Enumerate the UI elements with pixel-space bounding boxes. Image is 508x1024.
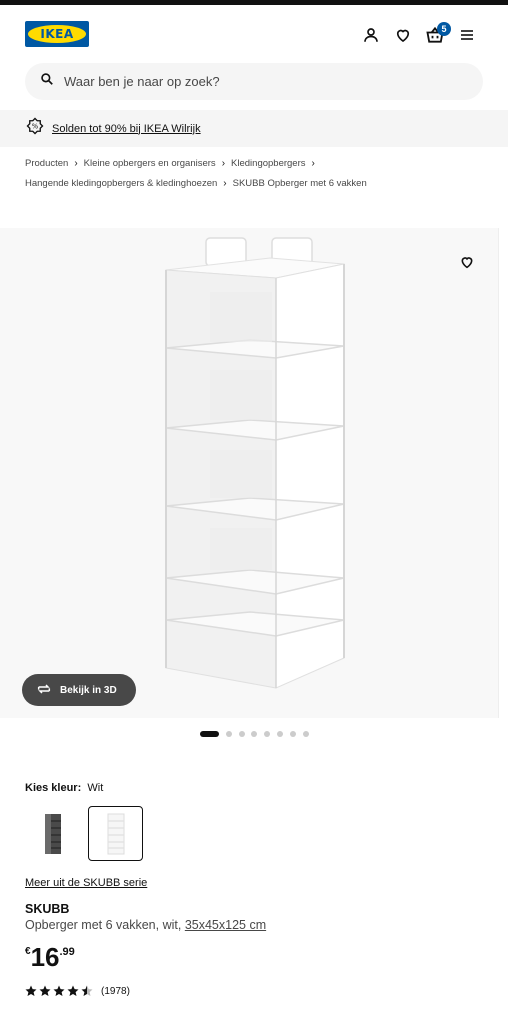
product-image[interactable] <box>0 228 498 718</box>
color-option-dark-grey[interactable] <box>25 806 80 861</box>
chevron-right-icon: › <box>311 158 315 169</box>
cart-count-badge: 5 <box>437 22 451 36</box>
carousel-dot[interactable] <box>276 731 283 737</box>
carousel-dot[interactable] <box>302 731 309 737</box>
product-dimensions-link[interactable]: 35x45x125 cm <box>185 918 266 932</box>
promo-link[interactable]: Solden tot 90% bij IKEA Wilrijk <box>52 123 201 135</box>
chevron-right-icon: › <box>74 158 78 169</box>
heart-icon <box>461 257 473 269</box>
carousel-dots <box>200 731 315 737</box>
search-icon <box>40 72 54 91</box>
price-decimals: .99 <box>59 946 75 958</box>
breadcrumb-item[interactable]: Kleine opbergers en organisers <box>84 158 216 169</box>
view-in-3d-label: Bekijk in 3D <box>60 684 117 696</box>
chevron-right-icon: › <box>221 158 226 169</box>
product-name: SKUBB <box>25 902 70 916</box>
search-input[interactable] <box>64 74 444 89</box>
breadcrumb-line-2: Hangende kledingopbergers & kledinghoeze… <box>25 178 367 189</box>
tag-icon: % <box>26 117 44 140</box>
breadcrumb: Producten › Kleine opbergers en organise… <box>25 158 321 169</box>
search-bar[interactable] <box>25 63 483 100</box>
breadcrumb-item[interactable]: Kledingopbergers <box>231 158 305 169</box>
add-to-favourites-button[interactable] <box>455 250 479 274</box>
carousel-dot-active[interactable] <box>200 731 219 737</box>
svg-text:%: % <box>32 123 39 131</box>
carousel-dot[interactable] <box>238 731 245 737</box>
product-price: € 16 .99 <box>25 942 75 972</box>
carousel-dot[interactable] <box>225 731 232 737</box>
rating-stars-icon <box>25 985 93 996</box>
carousel-dot[interactable] <box>264 731 271 737</box>
ikea-logo[interactable]: IKEA <box>25 21 89 47</box>
user-icon[interactable] <box>359 23 383 47</box>
site-header: IKEA 5 <box>0 5 508 61</box>
price-integer: 16 <box>30 942 60 972</box>
next-product-image-peek[interactable] <box>498 228 508 718</box>
color-selector-label: Kies kleur: Wit <box>25 782 103 794</box>
color-option-white[interactable] <box>88 806 143 861</box>
product-description: Opberger met 6 vakken, wit, 35x45x125 cm <box>25 918 266 932</box>
rotate-3d-icon <box>36 683 52 698</box>
product-description-text: Opberger met 6 vakken, wit, <box>25 918 182 932</box>
color-label: Kies kleur: <box>25 782 82 794</box>
breadcrumb-item[interactable]: Hangende kledingopbergers & kledinghoeze… <box>25 178 217 189</box>
product-rating[interactable]: (1978) <box>25 985 130 997</box>
color-value: Wit <box>87 782 104 794</box>
series-link[interactable]: Meer uit de SKUBB serie <box>25 877 147 889</box>
promo-banner[interactable]: % Solden tot 90% bij IKEA Wilrijk <box>0 110 508 147</box>
carousel-dot[interactable] <box>289 731 296 737</box>
carousel-dot[interactable] <box>251 731 258 737</box>
chevron-right-icon: › <box>223 178 227 189</box>
review-count: (1978) <box>101 985 130 997</box>
breadcrumb-item[interactable]: Producten <box>25 158 68 169</box>
breadcrumb-current: SKUBB Opberger met 6 vakken <box>232 178 367 189</box>
heart-icon[interactable] <box>391 23 415 47</box>
view-in-3d-button[interactable]: Bekijk in 3D <box>22 674 136 706</box>
menu-icon[interactable] <box>455 23 479 47</box>
ikea-logo-text: IKEA <box>28 25 86 43</box>
